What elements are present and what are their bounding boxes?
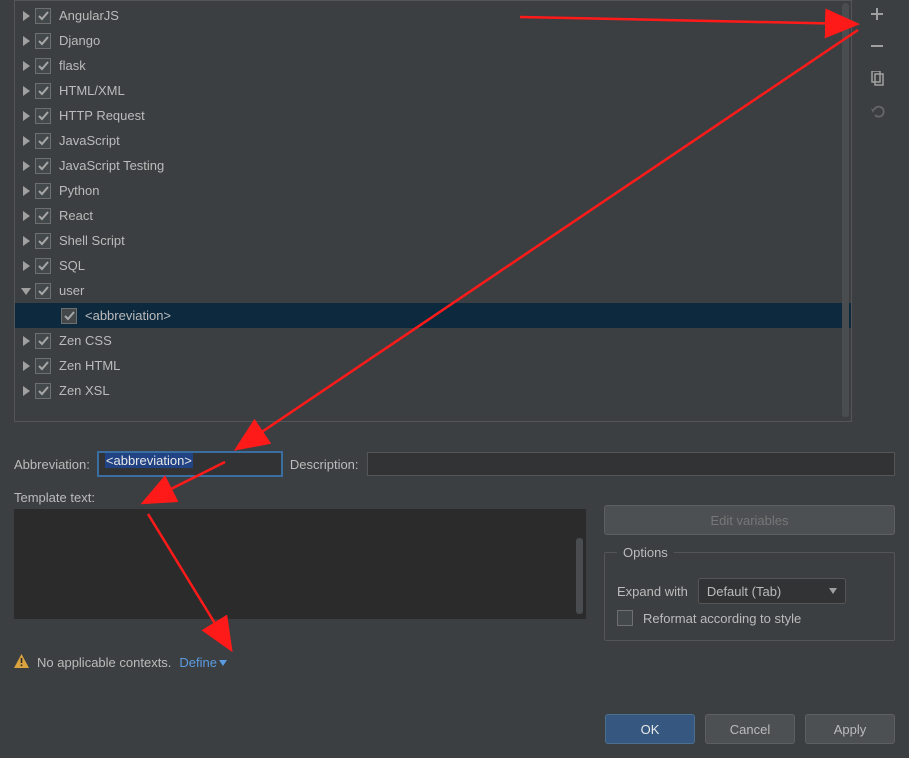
tree-item-label: <abbreviation> [81, 308, 171, 323]
template-tree[interactable]: AngularJS Django flask HTML/XML HTTP Request… [14, 0, 852, 422]
remove-icon[interactable] [867, 36, 887, 56]
tree-item-label: user [55, 283, 84, 298]
tree-item-label: SQL [55, 258, 85, 273]
expand-icon[interactable] [21, 86, 31, 96]
tree-checkbox[interactable] [35, 58, 51, 74]
copy-icon[interactable] [867, 68, 887, 88]
expand-icon[interactable] [21, 36, 31, 46]
tree-checkbox[interactable] [35, 358, 51, 374]
tree-item[interactable]: React [15, 203, 851, 228]
tree-checkbox[interactable] [35, 233, 51, 249]
abbreviation-input[interactable]: <abbreviation> [98, 452, 282, 476]
options-group: Options Expand with Default (Tab) Reform… [604, 545, 895, 641]
tree-item[interactable]: AngularJS [15, 3, 851, 28]
expand-icon[interactable] [21, 336, 31, 346]
expand-with-combo[interactable]: Default (Tab) [698, 578, 846, 604]
reformat-checkbox[interactable] [617, 610, 633, 626]
tree-item-label: HTTP Request [55, 108, 145, 123]
tree-checkbox[interactable] [35, 83, 51, 99]
define-link[interactable]: Define [179, 655, 227, 670]
expand-icon[interactable] [21, 186, 31, 196]
expand-icon[interactable] [21, 136, 31, 146]
tree-checkbox[interactable] [35, 333, 51, 349]
undo-icon[interactable] [867, 100, 887, 120]
tree-item-label: AngularJS [55, 8, 119, 23]
tree-scrollbar[interactable] [842, 3, 849, 417]
no-arrow [47, 311, 57, 321]
tree-item[interactable]: Zen HTML [15, 353, 851, 378]
warning-text: No applicable contexts. [37, 655, 171, 670]
tree-item-label: flask [55, 58, 86, 73]
tree-checkbox[interactable] [61, 308, 77, 324]
expand-icon[interactable] [21, 361, 31, 371]
tree-checkbox[interactable] [35, 383, 51, 399]
expand-with-label: Expand with [617, 584, 688, 599]
tree-item[interactable]: flask [15, 53, 851, 78]
tree-item[interactable]: Django [15, 28, 851, 53]
expand-icon[interactable] [21, 386, 31, 396]
chevron-down-icon [219, 660, 227, 666]
chevron-down-icon [829, 588, 837, 594]
tree-item-label: Shell Script [55, 233, 125, 248]
expand-icon[interactable] [21, 211, 31, 221]
tree-item-label: Zen XSL [55, 383, 110, 398]
tree-item-label: JavaScript Testing [55, 158, 164, 173]
tree-item-label: Django [55, 33, 100, 48]
reformat-label: Reformat according to style [643, 611, 801, 626]
abbreviation-label: Abbreviation: [14, 457, 90, 472]
tree-item[interactable]: HTTP Request [15, 103, 851, 128]
tree-item-child[interactable]: <abbreviation> [15, 303, 851, 328]
description-label: Description: [290, 457, 359, 472]
options-legend: Options [617, 545, 674, 560]
apply-button[interactable]: Apply [805, 714, 895, 744]
tree-item-label: React [55, 208, 93, 223]
tree-checkbox[interactable] [35, 183, 51, 199]
tree-checkbox[interactable] [35, 108, 51, 124]
template-editor[interactable] [14, 509, 586, 619]
tree-item[interactable]: JavaScript Testing [15, 153, 851, 178]
tree-item[interactable]: Shell Script [15, 228, 851, 253]
tree-item[interactable]: Zen XSL [15, 378, 851, 403]
tree-checkbox[interactable] [35, 283, 51, 299]
tree-checkbox[interactable] [35, 133, 51, 149]
expand-icon[interactable] [21, 236, 31, 246]
description-input[interactable] [367, 452, 895, 476]
tree-item-label: Zen HTML [55, 358, 120, 373]
tree-item-label: Python [55, 183, 99, 198]
template-text-label: Template text: [14, 490, 895, 505]
tree-item[interactable]: Zen CSS [15, 328, 851, 353]
editor-scrollbar[interactable] [576, 538, 583, 614]
tree-item-label: JavaScript [55, 133, 120, 148]
edit-variables-button[interactable]: Edit variables [604, 505, 895, 535]
add-icon[interactable] [867, 4, 887, 24]
tree-checkbox[interactable] [35, 158, 51, 174]
tree-item[interactable]: user [15, 278, 851, 303]
tree-checkbox[interactable] [35, 33, 51, 49]
tree-item-label: Zen CSS [55, 333, 112, 348]
tree-item[interactable]: SQL [15, 253, 851, 278]
collapse-icon[interactable] [21, 286, 31, 296]
tree-checkbox[interactable] [35, 208, 51, 224]
tree-checkbox[interactable] [35, 258, 51, 274]
expand-icon[interactable] [21, 161, 31, 171]
expand-icon[interactable] [21, 111, 31, 121]
tree-checkbox[interactable] [35, 8, 51, 24]
tree-toolbar [859, 4, 895, 120]
tree-item[interactable]: HTML/XML [15, 78, 851, 103]
expand-icon[interactable] [21, 261, 31, 271]
warning-icon [14, 654, 29, 671]
tree-item[interactable]: Python [15, 178, 851, 203]
tree-item-label: HTML/XML [55, 83, 125, 98]
expand-icon[interactable] [21, 61, 31, 71]
cancel-button[interactable]: Cancel [705, 714, 795, 744]
expand-icon[interactable] [21, 11, 31, 21]
ok-button[interactable]: OK [605, 714, 695, 744]
tree-item[interactable]: JavaScript [15, 128, 851, 153]
